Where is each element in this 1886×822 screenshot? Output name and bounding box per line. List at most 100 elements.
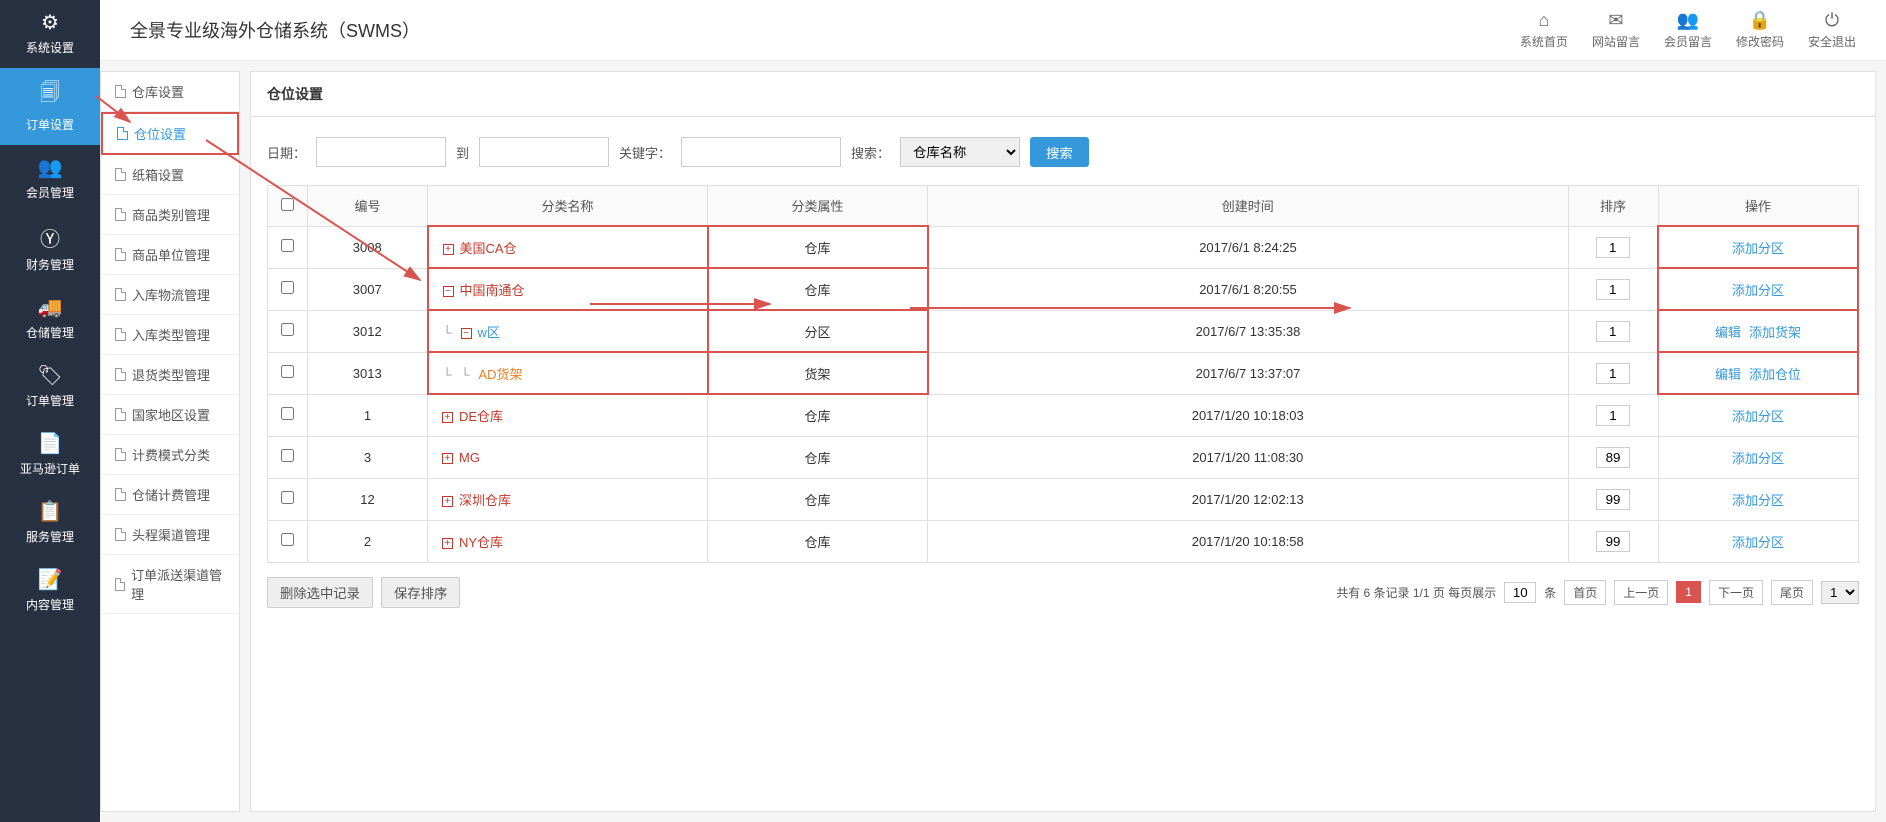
row-checkbox[interactable] <box>281 449 294 462</box>
row-checkbox[interactable] <box>281 323 294 336</box>
nav-label: 服务管理 <box>26 528 74 545</box>
nav-label: 财务管理 <box>26 256 74 273</box>
action-link[interactable]: 编辑 <box>1715 367 1741 382</box>
quick-member-msg[interactable]: 👥会员留言 <box>1664 10 1712 50</box>
row-time: 2017/1/20 10:18:58 <box>928 520 1569 562</box>
date-to-input[interactable] <box>479 137 609 167</box>
sub-bin-settings[interactable]: 仓位设置 <box>101 112 239 155</box>
action-link[interactable]: 添加仓位 <box>1749 367 1801 382</box>
sub-inbound-type[interactable]: 入库类型管理 <box>101 315 239 355</box>
action-link[interactable]: 添加分区 <box>1732 409 1784 424</box>
sub-head-channel[interactable]: 头程渠道管理 <box>101 515 239 555</box>
quick-logout[interactable]: ⏻安全退出 <box>1808 10 1856 50</box>
goto-page-select[interactable]: 1 <box>1821 581 1859 604</box>
sub-warehouse-settings[interactable]: 仓库设置 <box>101 72 239 112</box>
last-page-button[interactable]: 尾页 <box>1771 580 1813 605</box>
action-link[interactable]: 添加分区 <box>1732 535 1784 550</box>
sub-delivery-channel[interactable]: 订单派送渠道管理 <box>101 555 239 614</box>
sub-return-type[interactable]: 退货类型管理 <box>101 355 239 395</box>
sort-input[interactable] <box>1596 405 1630 426</box>
user-icon: 👥 <box>38 155 63 180</box>
nav-label: 仓储管理 <box>26 324 74 341</box>
sort-input[interactable] <box>1596 279 1630 300</box>
nav-label: 会员管理 <box>26 184 74 201</box>
action-link[interactable]: 添加货架 <box>1749 325 1801 340</box>
save-sort-button[interactable]: 保存排序 <box>381 577 460 608</box>
select-all-checkbox[interactable] <box>281 198 294 211</box>
doc-icon <box>115 328 126 341</box>
nav-order-mgmt[interactable]: 🏷订单管理 <box>0 353 100 421</box>
sub-product-unit[interactable]: 商品单位管理 <box>101 235 239 275</box>
sort-input[interactable] <box>1596 237 1630 258</box>
row-checkbox[interactable] <box>281 239 294 252</box>
tree-toggle-icon[interactable] <box>443 244 454 255</box>
sort-input[interactable] <box>1596 531 1630 552</box>
app-title: 全景专业级海外仓储系统（SWMS） <box>130 17 420 43</box>
tree-toggle-icon[interactable] <box>442 412 453 423</box>
row-checkbox[interactable] <box>281 533 294 546</box>
nav-service-mgmt[interactable]: 📋 服务管理 <box>0 489 100 557</box>
doc-icon <box>115 578 125 591</box>
sort-input[interactable] <box>1596 363 1630 384</box>
date-from-input[interactable] <box>316 137 446 167</box>
tree-toggle-icon[interactable] <box>442 453 453 464</box>
sort-input[interactable] <box>1596 321 1630 342</box>
row-actions: 添加分区 <box>1658 478 1858 520</box>
doc-icon <box>115 408 126 421</box>
sort-input[interactable] <box>1596 489 1630 510</box>
keyword-input[interactable] <box>681 137 841 167</box>
unit-label: 条 <box>1544 584 1556 601</box>
action-link[interactable]: 添加分区 <box>1732 241 1784 256</box>
list-icon: 📋 <box>38 499 63 524</box>
search-button[interactable]: 搜索 <box>1030 137 1089 167</box>
nav-order-settings[interactable]: 🗐订单设置 <box>0 68 100 145</box>
row-checkbox[interactable] <box>281 281 294 294</box>
row-time: 2017/6/7 13:35:38 <box>928 310 1569 352</box>
quick-home[interactable]: ⌂系统首页 <box>1520 10 1568 50</box>
row-id: 2 <box>308 520 428 562</box>
nav-member-mgmt[interactable]: 👥 会员管理 <box>0 145 100 213</box>
sub-storage-billing[interactable]: 仓储计费管理 <box>101 475 239 515</box>
sub-carton-settings[interactable]: 纸箱设置 <box>101 155 239 195</box>
action-link[interactable]: 添加分区 <box>1732 493 1784 508</box>
search-type-select[interactable]: 仓库名称 <box>900 137 1020 167</box>
nav-finance-mgmt[interactable]: Ⓨ财务管理 <box>0 213 100 285</box>
row-checkbox[interactable] <box>281 407 294 420</box>
prev-page-button[interactable]: 上一页 <box>1614 580 1668 605</box>
nav-label: 亚马逊订单 <box>20 460 80 477</box>
sort-input[interactable] <box>1596 447 1630 468</box>
table-footer: 删除选中记录 保存排序 共有 6 条记录 1/1 页 每页展示 条 首页 上一页… <box>267 577 1859 608</box>
tree-toggle-icon[interactable] <box>442 496 453 507</box>
sub-inbound-logistics[interactable]: 入库物流管理 <box>101 275 239 315</box>
delete-selected-button[interactable]: 删除选中记录 <box>267 577 373 608</box>
col-actions: 操作 <box>1658 186 1858 227</box>
tree-toggle-icon[interactable] <box>442 538 453 549</box>
tree-toggle-icon[interactable] <box>443 286 454 297</box>
tree-toggle-icon[interactable] <box>461 328 472 339</box>
current-page[interactable]: 1 <box>1676 581 1701 603</box>
row-checkbox[interactable] <box>281 491 294 504</box>
action-link[interactable]: 编辑 <box>1715 325 1741 340</box>
next-page-button[interactable]: 下一页 <box>1709 580 1763 605</box>
row-name: NY仓库 <box>428 520 708 562</box>
search-label: 搜索： <box>851 143 890 162</box>
sub-country-region[interactable]: 国家地区设置 <box>101 395 239 435</box>
sub-product-category[interactable]: 商品类别管理 <box>101 195 239 235</box>
nav-system-settings[interactable]: ⚙系统设置 <box>0 0 100 68</box>
quick-site-msg[interactable]: ✉网站留言 <box>1592 10 1640 50</box>
first-page-button[interactable]: 首页 <box>1564 580 1606 605</box>
nav-content-mgmt[interactable]: 📝内容管理 <box>0 557 100 625</box>
action-link[interactable]: 添加分区 <box>1732 451 1784 466</box>
row-id: 3008 <box>308 226 428 268</box>
per-page-input[interactable] <box>1504 582 1536 603</box>
quick-change-pw[interactable]: 🔒修改密码 <box>1736 10 1784 50</box>
nav-amazon-orders[interactable]: 📄亚马逊订单 <box>0 421 100 489</box>
row-id: 3012 <box>308 310 428 352</box>
nav-warehouse-mgmt[interactable]: 🚚仓储管理 <box>0 285 100 353</box>
row-checkbox[interactable] <box>281 365 294 378</box>
sub-billing-mode[interactable]: 计费模式分类 <box>101 435 239 475</box>
col-attr: 分类属性 <box>708 186 928 227</box>
row-attr: 仓库 <box>708 478 928 520</box>
row-name: 深圳仓库 <box>428 478 708 520</box>
action-link[interactable]: 添加分区 <box>1732 283 1784 298</box>
